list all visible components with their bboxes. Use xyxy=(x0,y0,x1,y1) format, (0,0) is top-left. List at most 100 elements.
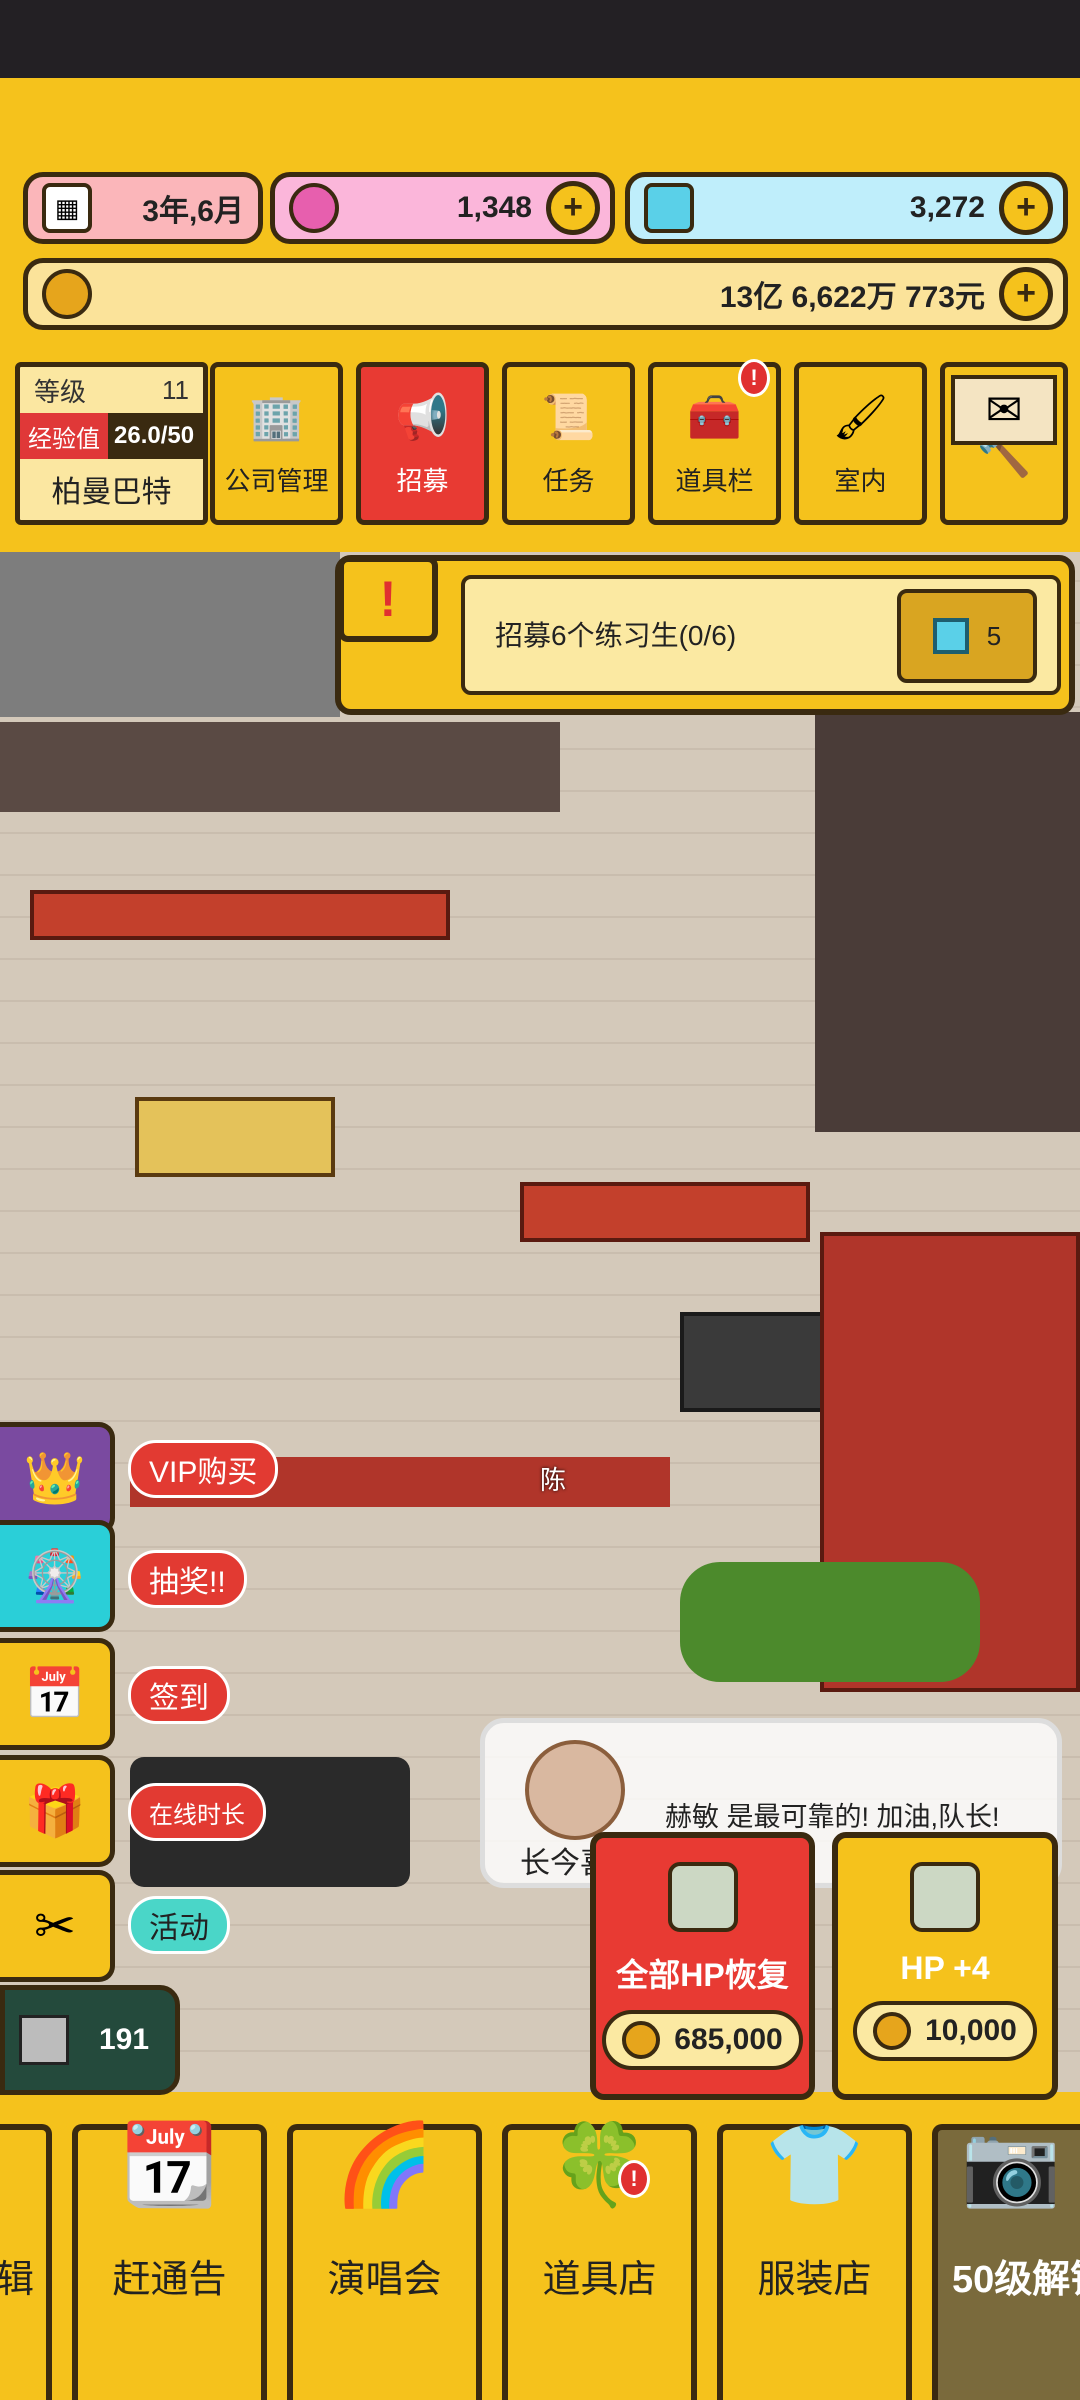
checkin-tag[interactable]: 签到 xyxy=(128,1666,230,1724)
gem-currency-value: 3,272 xyxy=(909,191,985,224)
lottery-tag[interactable]: 抽奖!! xyxy=(128,1550,247,1608)
left-building xyxy=(0,552,340,717)
company-management-button[interactable]: 🏢 公司管理 xyxy=(210,362,343,525)
inventory-button[interactable]: 🧰 道具栏 ! xyxy=(648,359,781,525)
coin-icon xyxy=(622,2021,661,2059)
pink-currency: 1,348 + xyxy=(270,172,615,244)
add-gem-button[interactable]: + xyxy=(999,181,1053,235)
tab-label: 辑 xyxy=(0,2259,35,2301)
menu-label: 道具栏 xyxy=(675,466,754,496)
tab-label: 道具店 xyxy=(542,2259,657,2301)
coin-icon xyxy=(42,269,92,319)
interior-button[interactable]: 🖌 室内 xyxy=(794,362,927,525)
full-hp-restore-card[interactable]: 全部HP恢复 685,000 xyxy=(590,1832,815,2100)
red-bench xyxy=(520,1182,810,1242)
status-bar xyxy=(0,0,1080,78)
speaker-avatar xyxy=(525,1740,625,1840)
company-name: 柏曼巴特 xyxy=(51,476,172,509)
hp-plus-four-price-value: 10,000 xyxy=(925,2014,1017,2047)
character-label: 陈 xyxy=(540,1465,567,1495)
gem-icon xyxy=(644,183,694,233)
hp-plus-four-card[interactable]: HP +4 10,000 xyxy=(832,1832,1058,2100)
potion-icon xyxy=(667,1862,738,1932)
money-value: 13亿 6,622万 773元 xyxy=(719,281,985,314)
shirt-icon: 👕 xyxy=(764,2120,865,2209)
friend-counter[interactable]: 191 xyxy=(0,1985,180,2095)
task-inner: 招募6个练习生(0/6) 5 xyxy=(461,575,1061,695)
exp-value: 26.0/50 xyxy=(114,422,195,449)
tab-album[interactable]: 辑 xyxy=(0,2124,52,2400)
tab-label: 赶通告 xyxy=(112,2259,227,2301)
tab-label: 演唱会 xyxy=(327,2259,442,2301)
task-text: 招募6个练习生(0/6) xyxy=(495,620,737,651)
red-counter xyxy=(30,890,450,940)
paint-roller-icon: 🖌 xyxy=(832,393,889,442)
pink-currency-value: 1,348 xyxy=(456,191,532,224)
hp-plus-four-price[interactable]: 10,000 xyxy=(853,2001,1037,2061)
dialogue-text: 赫敏 是最可靠的! 加油,队长! xyxy=(665,1802,1000,1832)
online-time-tag[interactable]: 在线时长 xyxy=(128,1783,266,1841)
tasks-button[interactable]: 📜 任务 xyxy=(502,362,635,525)
level-row: 等级 11 xyxy=(20,367,203,413)
potion-icon xyxy=(910,1862,980,1932)
mail-button[interactable]: ✉ 🔨 xyxy=(940,362,1068,525)
recruit-button[interactable]: 📢 招募 xyxy=(356,362,489,525)
camera-icon: 📷 xyxy=(961,2120,1061,2209)
scroll-icon: 📜 xyxy=(541,393,596,442)
pink-coin-icon xyxy=(289,183,339,233)
level-value: 11 xyxy=(162,374,189,405)
green-tree xyxy=(680,1562,980,1682)
coin-icon xyxy=(873,2012,912,2050)
gem-icon xyxy=(932,618,969,654)
player-level-panel: 等级 11 经验值 26.0/50 柏曼巴特 xyxy=(15,362,208,525)
exp-label: 经验值 xyxy=(20,413,108,459)
alert-badge-icon: ! xyxy=(738,359,770,397)
event-button[interactable]: ✂ xyxy=(0,1870,115,1982)
date-display: ▦ 3年,6月 xyxy=(23,172,263,244)
online-time-button[interactable]: 🎁 xyxy=(0,1755,115,1867)
trophy-shelf xyxy=(135,1097,335,1177)
tab-label: 服装店 xyxy=(757,2259,872,2301)
add-money-button[interactable]: + xyxy=(999,267,1053,321)
add-pink-currency-button[interactable]: + xyxy=(546,181,600,235)
event-tag[interactable]: 活动 xyxy=(128,1896,230,1954)
menu-label: 招募 xyxy=(396,466,449,496)
calendar-icon: ▦ xyxy=(42,183,92,233)
tab-locked[interactable]: 📷 50级解锁 xyxy=(932,2120,1080,2400)
gem-currency: 3,272 + xyxy=(625,172,1068,244)
task-alert-icon[interactable]: ! xyxy=(338,556,438,642)
tab-item-shop[interactable]: 🍀 ! 道具店 xyxy=(502,2120,697,2400)
treasure-chest-icon: 🧰 xyxy=(687,393,742,442)
vip-button[interactable]: 👑 xyxy=(0,1422,115,1534)
vip-tag[interactable]: VIP购买 xyxy=(128,1440,279,1498)
full-hp-price[interactable]: 685,000 xyxy=(602,2010,803,2070)
checkin-button[interactable]: 📅 xyxy=(0,1638,115,1750)
megaphone-icon: 📢 xyxy=(395,393,450,442)
task-reward-value: 5 xyxy=(986,620,1002,651)
level-label: 等级 xyxy=(34,376,87,407)
right-building-roof xyxy=(815,712,1080,1132)
menu-label: 公司管理 xyxy=(224,466,329,496)
menu-label: 任务 xyxy=(542,466,595,496)
money-display: 13亿 6,622万 773元 + xyxy=(23,258,1068,330)
tab-clothing-shop[interactable]: 👕 服装店 xyxy=(717,2120,912,2400)
rainbow-stage-icon: 🌈 xyxy=(334,2120,435,2209)
hp-plus-four-title: HP +4 xyxy=(900,1950,990,1986)
friend-count: 191 xyxy=(99,2023,150,2056)
menu-label: 室内 xyxy=(834,466,887,496)
tab-label: 50级解锁 xyxy=(952,2259,1080,2301)
mail-envelope-icon: ✉ xyxy=(951,375,1057,445)
building-icon: 🏢 xyxy=(249,393,304,442)
tab-concert[interactable]: 🌈 演唱会 xyxy=(287,2120,482,2400)
full-hp-title: 全部HP恢复 xyxy=(616,1957,789,1993)
task-reward[interactable]: 5 xyxy=(897,589,1037,683)
lottery-button[interactable]: 🎡 xyxy=(0,1520,115,1632)
calendar-icon: 📆 xyxy=(119,2120,220,2209)
exp-bar: 经验值 26.0/50 xyxy=(20,413,203,459)
task-panel[interactable]: 招募6个练习生(0/6) 5 xyxy=(335,555,1075,715)
tab-schedule[interactable]: 📆 赶通告 xyxy=(72,2120,267,2400)
back-wall xyxy=(0,722,560,812)
cat-avatar-icon xyxy=(19,2015,69,2065)
date-text: 3年,6月 xyxy=(142,195,244,228)
alert-badge-icon: ! xyxy=(618,2160,650,2198)
